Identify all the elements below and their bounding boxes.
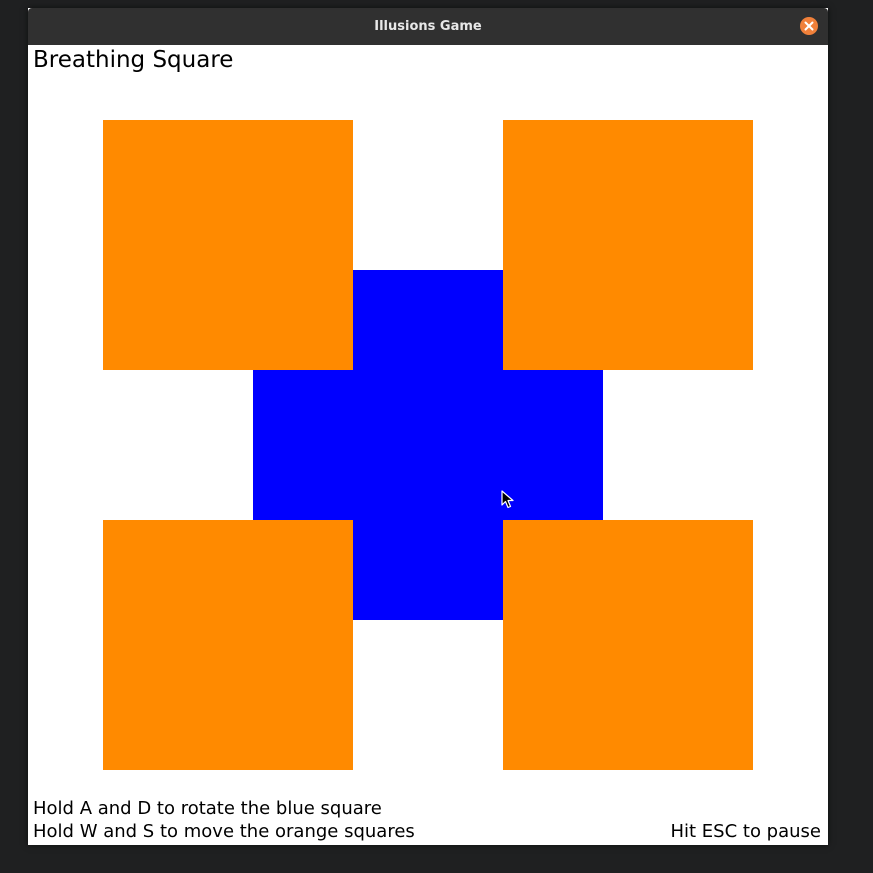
blue-square-horizontal-part: [253, 370, 603, 520]
move-instruction: Hold W and S to move the orange squares: [33, 821, 415, 842]
orange-square-top-left: [103, 120, 353, 370]
orange-square-bottom-left: [103, 520, 353, 770]
game-canvas[interactable]: Breathing Square Hold A and D to rotate …: [28, 45, 828, 845]
mouse-cursor-icon: [501, 490, 514, 509]
window-title: Illusions Game: [374, 19, 482, 34]
close-icon: [804, 21, 814, 31]
pause-instruction: Hit ESC to pause: [670, 821, 821, 842]
rotate-instruction: Hold A and D to rotate the blue square: [33, 798, 382, 819]
game-window: Illusions Game Breathing Square Hold A a…: [28, 8, 828, 845]
orange-square-top-right: [503, 120, 753, 370]
close-button[interactable]: [800, 17, 818, 35]
game-title: Breathing Square: [33, 47, 234, 73]
title-bar[interactable]: Illusions Game: [28, 8, 828, 45]
orange-square-bottom-right: [503, 520, 753, 770]
